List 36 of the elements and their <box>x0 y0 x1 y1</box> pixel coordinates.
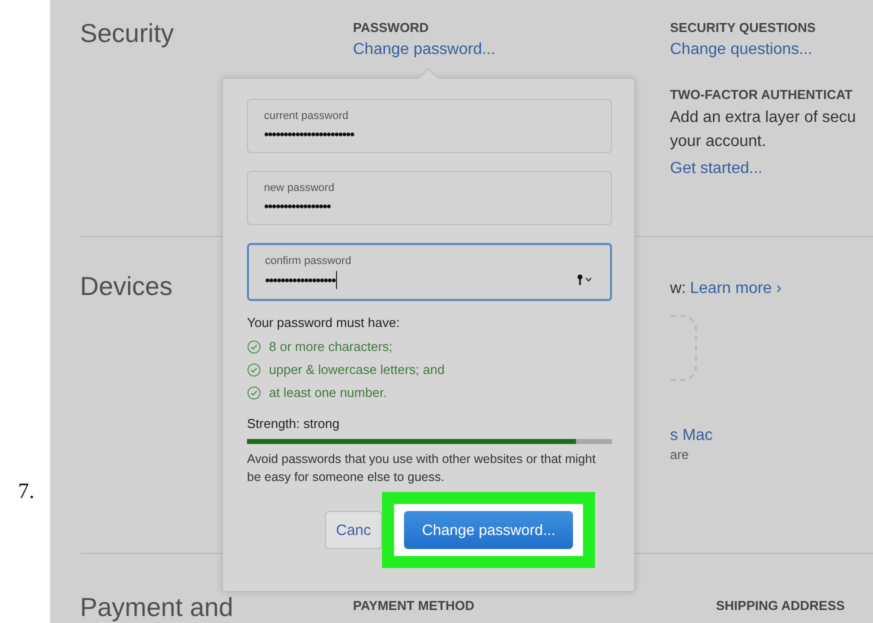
password-dots: ••••••••••••••••• <box>264 198 330 214</box>
change-password-button[interactable]: Change password... <box>404 511 574 549</box>
device-name[interactable]: s Mac <box>670 426 873 445</box>
learn-more-link[interactable]: Learn more › <box>690 280 782 298</box>
column-heading: TWO-FACTOR AUTHENTICAT <box>670 87 854 102</box>
requirement-text: at least one number. <box>269 385 387 400</box>
password-field[interactable]: current password ••••••••••••••••••••••• <box>247 99 612 153</box>
description-text: w: <box>670 278 686 299</box>
field-label: current password <box>264 110 350 122</box>
column-heading: SECURITY QUESTIONS <box>670 20 817 35</box>
device-detail: are <box>670 446 690 462</box>
column-heading: PAYMENT METHOD <box>353 598 476 613</box>
change-password-link[interactable]: Change password... <box>353 41 670 59</box>
text-cursor <box>336 271 338 289</box>
change-questions-link[interactable]: Change questions... <box>670 41 873 59</box>
password-dots: ••••••••••••••••••••••• <box>264 126 354 142</box>
cancel-button[interactable]: Canc <box>325 511 382 549</box>
password-field[interactable]: new password ••••••••••••••••• <box>247 171 612 225</box>
section-title: Devices <box>80 270 172 302</box>
advice-text: Avoid passwords that you use with other websites or that might be easy for someone else to guess. <box>247 451 597 486</box>
column-heading: SHIPPING ADDRESS <box>716 598 846 613</box>
section-title: Payment and <box>80 592 234 623</box>
password-field[interactable]: confirm password •••••••••••••••••• <box>247 243 612 301</box>
field-label: new password <box>264 182 336 194</box>
field-label: confirm password <box>265 255 352 267</box>
step-number: 7. <box>18 478 34 504</box>
section-title: Security <box>80 18 174 49</box>
strength-label: Strength: strong <box>247 416 340 431</box>
requirement-text: upper & lowercase letters; and <box>269 362 445 377</box>
column-heading: PASSWORD <box>353 20 430 35</box>
password-dots: •••••••••••••••••• <box>265 272 336 288</box>
get-started-link[interactable]: Get started... <box>670 160 873 178</box>
requirements-title: Your password must have: <box>247 315 401 330</box>
requirement-text: 8 or more characters; <box>269 339 393 354</box>
key-icon[interactable] <box>576 274 594 286</box>
description-text: Add an extra layer of secu your account. <box>670 108 857 152</box>
